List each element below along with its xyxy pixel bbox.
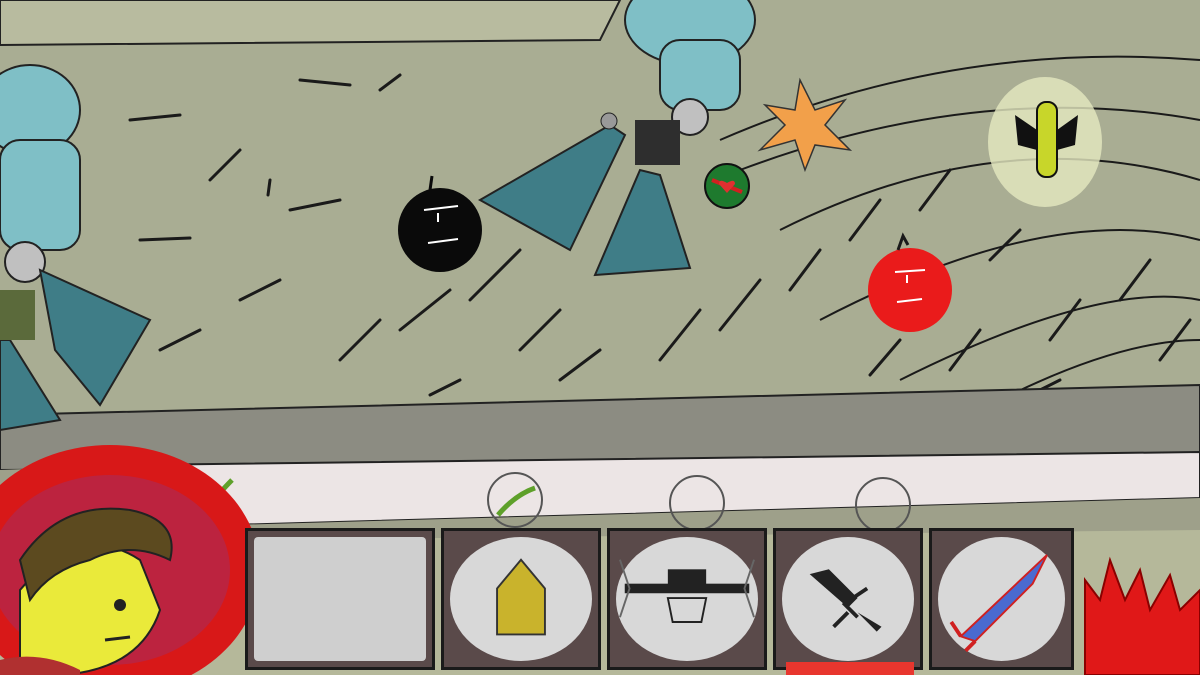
hotbar-slot-rocket[interactable] (929, 528, 1074, 670)
crossbow-icon (619, 559, 755, 623)
hotbar-slot-bullet[interactable] (441, 528, 601, 670)
weapon-cooldown-bar (786, 662, 914, 675)
fire-icon (1084, 556, 1200, 675)
hotbar-slot-crossbow[interactable] (607, 528, 767, 670)
hotbar-slot-sword[interactable] (773, 528, 923, 670)
hotbar (245, 528, 1080, 675)
hotbar-slot-empty[interactable] (245, 528, 435, 670)
game-stage (0, 0, 1200, 675)
sword-icon (809, 569, 882, 632)
heart-orb-icon (704, 163, 750, 209)
rocket-icon (949, 554, 1048, 653)
rocket-bubble-icon (988, 77, 1102, 207)
bullet-icon (496, 558, 546, 636)
